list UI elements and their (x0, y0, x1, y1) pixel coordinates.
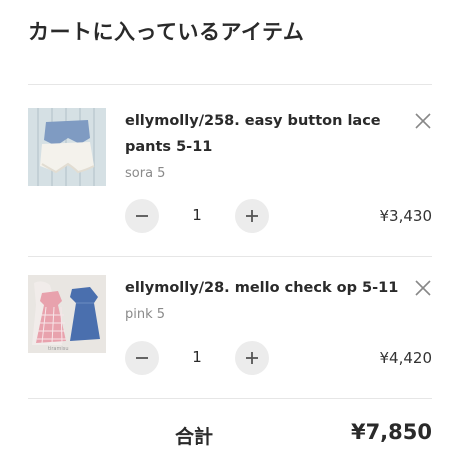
product-name[interactable]: ellymolly/28. mello check op 5-11 (125, 275, 410, 301)
decrement-button[interactable] (125, 341, 159, 375)
total-value: ¥7,850 (350, 420, 432, 444)
item-price: ¥3,430 (379, 207, 433, 225)
divider (28, 398, 432, 399)
quantity-value: 1 (192, 348, 202, 366)
quantity-value: 1 (192, 206, 202, 224)
svg-text:tiramisu: tiramisu (48, 346, 69, 352)
product-variant: pink 5 (125, 307, 166, 322)
decrement-button[interactable] (125, 199, 159, 233)
minus-icon (136, 215, 148, 217)
product-image[interactable]: tiramisu (28, 275, 106, 353)
close-icon (415, 280, 431, 296)
cart-page: カートに入っているアイテム ellymolly/258. easy button… (0, 0, 460, 460)
minus-icon (136, 357, 148, 359)
increment-button[interactable] (235, 341, 269, 375)
remove-item-button[interactable] (412, 277, 434, 299)
remove-item-button[interactable] (412, 110, 434, 132)
close-icon (415, 113, 431, 129)
divider (28, 256, 432, 257)
page-title: カートに入っているアイテム (28, 20, 305, 44)
divider (28, 84, 432, 85)
total-label: 合計 (175, 426, 214, 448)
increment-button[interactable] (235, 199, 269, 233)
item-price: ¥4,420 (379, 349, 433, 367)
product-variant: sora 5 (125, 166, 166, 181)
product-image[interactable] (28, 108, 106, 186)
plus-icon (246, 210, 258, 222)
plus-icon (246, 352, 258, 364)
product-name[interactable]: ellymolly/258. easy button lace pants 5-… (125, 108, 410, 160)
